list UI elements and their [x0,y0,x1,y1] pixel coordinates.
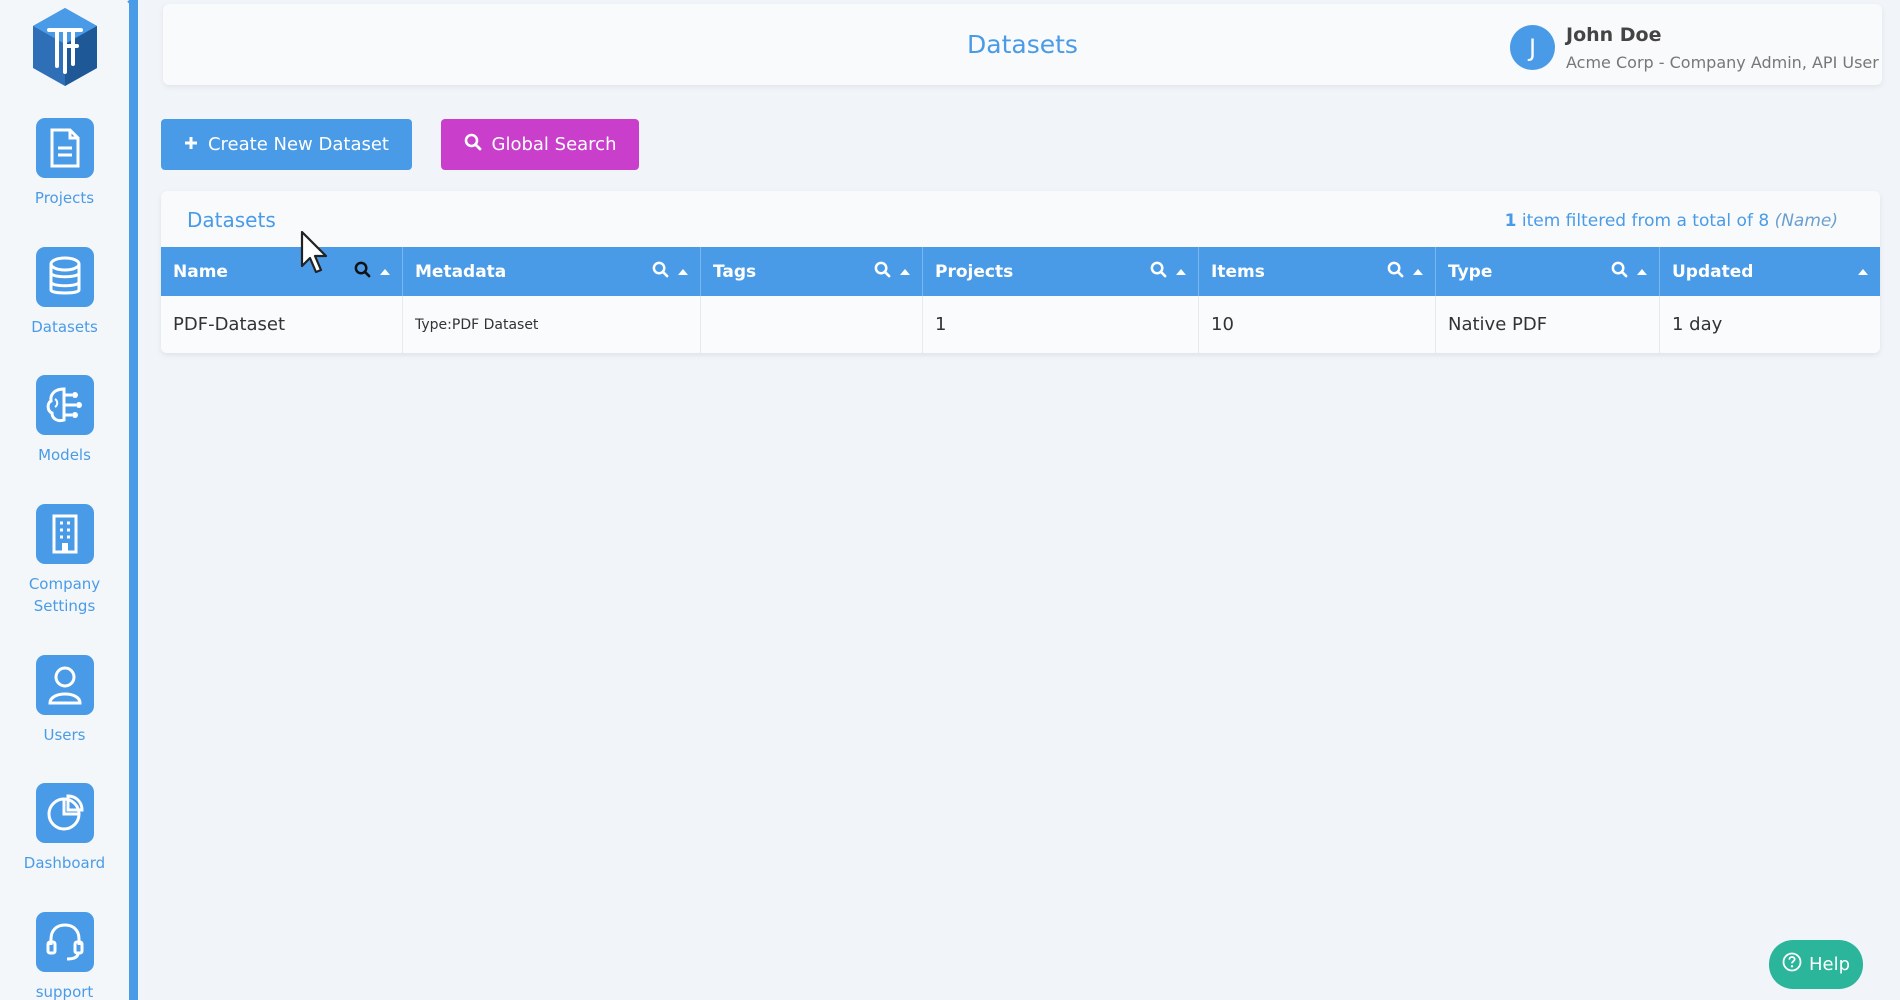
column-header-metadata[interactable]: Metadata [403,247,701,296]
search-icon[interactable] [1150,261,1167,283]
column-header-projects[interactable]: Projects [923,247,1199,296]
table-header: Name Metadata Tags Projects Items Type U… [161,247,1880,296]
sidebar-item-label: support [35,983,94,1000]
cell-metadata: Type:PDF Dataset [403,296,701,353]
user-role: Acme Corp - Company Admin, API User [1566,53,1879,72]
user-name: John Doe [1566,24,1662,46]
brain-icon [35,375,94,435]
search-icon[interactable] [354,261,371,283]
mouse-cursor-icon [300,230,330,276]
sidebar-item-support[interactable]: support [0,912,129,1000]
sidebar-item-users[interactable]: Users [0,655,129,746]
column-header-type[interactable]: Type [1436,247,1660,296]
sidebar-item-dashboard[interactable]: Dashboard [0,783,129,874]
question-circle-icon [1782,952,1802,977]
user-icon [35,655,94,715]
table-row[interactable]: PDF-Dataset Type:PDF Dataset 1 10 Native… [161,296,1880,353]
search-icon [464,133,482,156]
sort-asc-icon[interactable] [678,268,688,275]
headset-icon [35,912,94,972]
cell-tags [701,296,923,353]
sidebar-item-label: Company Settings [28,575,101,615]
page-header: Datasets J John Doe Acme Corp - Company … [163,4,1882,85]
document-icon [35,118,94,178]
sidebar: Projects Datasets Models Company Setting… [0,0,138,1000]
column-label: Tags [713,261,757,282]
sort-asc-icon[interactable] [380,268,390,275]
search-icon[interactable] [874,261,891,283]
sort-asc-icon[interactable] [1858,268,1868,275]
help-button[interactable]: Help [1769,940,1863,989]
search-icon[interactable] [1387,261,1404,283]
sidebar-item-label: Users [43,726,86,744]
column-label: Projects [935,261,1014,282]
column-label: Type [1448,261,1493,282]
plus-icon [184,134,198,155]
column-label: Name [173,261,228,282]
filter-summary: 1 item filtered from a total of 8 (Name) [1505,211,1838,231]
create-new-dataset-label: Create New Dataset [207,134,389,155]
sidebar-item-company-settings[interactable]: Company Settings [0,504,129,617]
column-header-name[interactable]: Name [161,247,403,296]
sidebar-item-label: Models [38,446,91,464]
sort-asc-icon[interactable] [900,268,910,275]
search-icon[interactable] [652,261,669,283]
column-label: Items [1211,261,1265,282]
cell-items: 10 [1199,296,1436,353]
column-label: Metadata [415,261,507,282]
help-label: Help [1808,954,1851,975]
sidebar-item-datasets[interactable]: Datasets [0,247,129,338]
database-icon [35,247,94,307]
filter-text: item filtered from a total of 8 [1516,211,1775,231]
search-icon[interactable] [1611,261,1628,283]
sidebar-item-label: Dashboard [23,854,106,872]
sidebar-item-label: Datasets [31,318,98,336]
column-header-items[interactable]: Items [1199,247,1436,296]
global-search-label: Global Search [491,134,617,155]
building-icon [35,504,94,564]
collapse-sidebar-icon[interactable] [126,0,140,12]
datasets-card: Datasets 1 item filtered from a total of… [161,191,1880,353]
sidebar-item-models[interactable]: Models [0,375,129,466]
column-label: Updated [1672,261,1754,282]
filter-field: (Name) [1774,211,1838,231]
sort-asc-icon[interactable] [1176,268,1186,275]
card-title: Datasets [187,208,276,232]
cell-projects: 1 [923,296,1199,353]
column-header-tags[interactable]: Tags [701,247,923,296]
create-new-dataset-button[interactable]: Create New Dataset [161,119,412,170]
sort-asc-icon[interactable] [1637,268,1647,275]
cell-type: Native PDF [1436,296,1660,353]
global-search-button[interactable]: Global Search [441,119,639,170]
sidebar-item-label: Projects [34,189,95,207]
pie-chart-icon [35,783,94,843]
column-header-updated[interactable]: Updated [1660,247,1880,296]
sidebar-item-projects[interactable]: Projects [0,118,129,209]
filter-count: 1 [1504,211,1517,231]
avatar[interactable]: J [1510,25,1555,70]
sort-asc-icon[interactable] [1413,268,1423,275]
cell-updated: 1 day [1672,314,1723,335]
cell-name[interactable]: PDF-Dataset [161,296,403,353]
app-logo [31,6,99,88]
